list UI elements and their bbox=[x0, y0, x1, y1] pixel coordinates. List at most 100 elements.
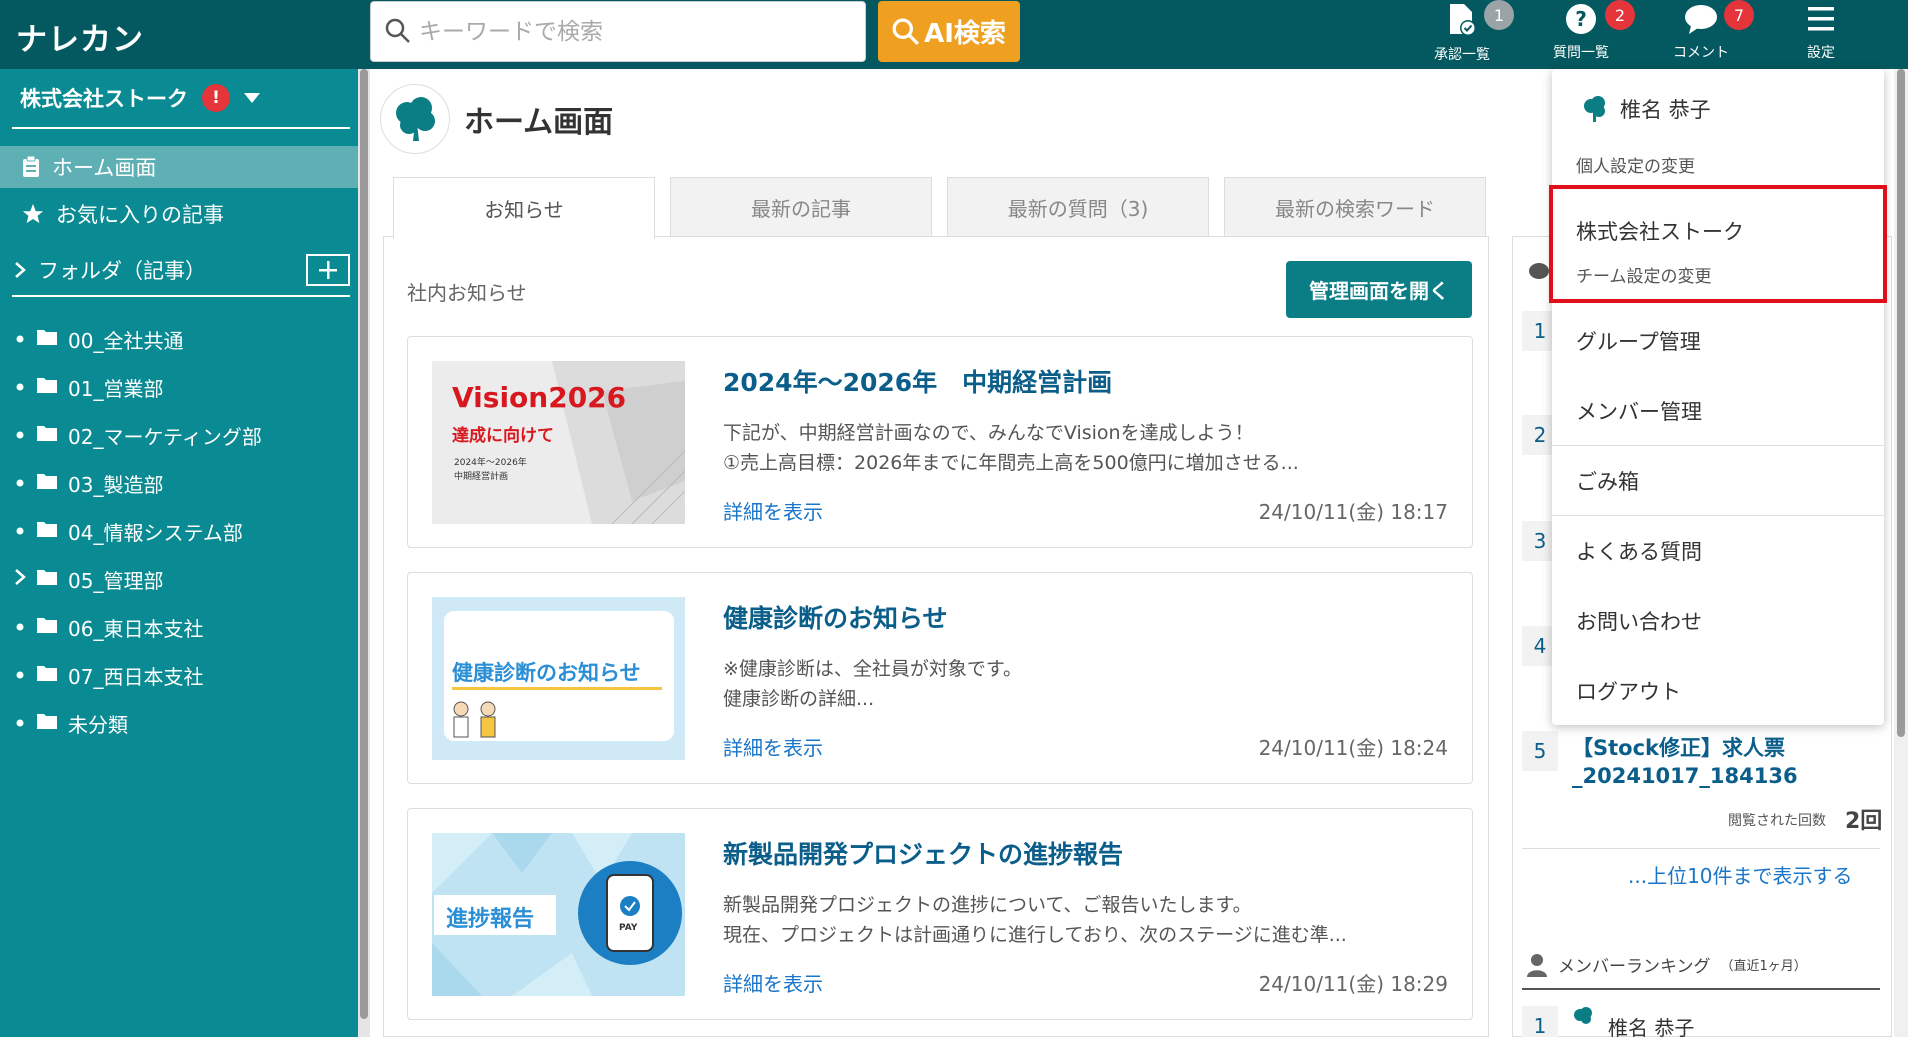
divider bbox=[12, 295, 350, 297]
menu-item-group-management[interactable]: グループ管理 bbox=[1576, 326, 1701, 356]
thumbnail-image: 進捗報告 PAY bbox=[432, 833, 685, 996]
personal-settings-link[interactable]: 個人設定の変更 bbox=[1576, 152, 1695, 177]
tab-latest-articles[interactable]: 最新の記事 bbox=[670, 177, 932, 237]
ai-search-button[interactable]: AI検索 bbox=[878, 1, 1020, 62]
card-excerpt: 健康診断の詳細... bbox=[723, 688, 875, 710]
folder-label: 06_東日本支社 bbox=[68, 616, 204, 641]
bullet-icon bbox=[14, 331, 26, 347]
folder-icon bbox=[36, 567, 58, 591]
sidebar-folder-item[interactable]: 03_製造部 bbox=[0, 463, 358, 503]
comment-icon bbox=[1529, 263, 1549, 279]
thumbnail-caption: PAY bbox=[619, 923, 638, 933]
add-folder-button[interactable] bbox=[306, 254, 350, 286]
folder-label: 07_西日本支社 bbox=[68, 664, 204, 689]
notice-card[interactable]: 健康診断のお知らせ 健康診断のお知らせ ※健康診断は、全社員が対象です。 健康診… bbox=[407, 572, 1473, 784]
thumbnail-caption: 中期経営計画 bbox=[454, 472, 509, 482]
scrollbar-thumb[interactable] bbox=[360, 69, 368, 1019]
card-title[interactable]: 健康診断のお知らせ bbox=[723, 599, 948, 635]
chevron-right-icon bbox=[14, 569, 26, 589]
sidebar-item-home[interactable]: ホーム画面 bbox=[0, 146, 358, 188]
folder-icon bbox=[36, 519, 58, 543]
search-box[interactable] bbox=[370, 1, 866, 62]
notice-card[interactable]: 進捗報告 PAY 新製品開発プロジェクトの進捗報告 新製品開発プロジェクトの進捗… bbox=[407, 808, 1473, 1020]
view-count-label: 閲覧された回数 bbox=[1728, 813, 1826, 829]
divider bbox=[1552, 515, 1884, 516]
divider bbox=[1552, 445, 1884, 446]
ranking-item-title[interactable]: 【Stock修正】求人票_20241017_184136 bbox=[1572, 734, 1872, 790]
folder-label: 03_製造部 bbox=[68, 472, 164, 497]
approval-badge: 1 bbox=[1484, 0, 1514, 30]
view-count: 2回 bbox=[1845, 809, 1883, 834]
member-ranking-sub: （直近1ヶ月） bbox=[1720, 959, 1807, 974]
member-ranking-label: メンバーランキング bbox=[1558, 957, 1711, 977]
alert-badge: ! bbox=[202, 84, 230, 112]
thumbnail-image: 健康診断のお知らせ bbox=[432, 597, 685, 760]
bullet-icon bbox=[14, 715, 26, 731]
comment-label: コメント bbox=[1673, 45, 1729, 61]
approval-list-label: 承認一覧 bbox=[1434, 47, 1490, 63]
card-title[interactable]: 2024年～2026年 中期経営計画 bbox=[723, 363, 1112, 399]
search-input[interactable] bbox=[419, 14, 849, 50]
question-badge: 2 bbox=[1605, 0, 1635, 30]
show-details-link[interactable]: 詳細を表示 bbox=[723, 496, 823, 525]
member-ranking-row[interactable]: 1 椎名 恭子 bbox=[1522, 1006, 1882, 1037]
sidebar-scrollbar[interactable] bbox=[358, 69, 370, 1037]
sidebar-folder-item[interactable]: 04_情報システム部 bbox=[0, 511, 358, 551]
divider bbox=[1522, 848, 1880, 849]
sidebar-folder-item[interactable]: 05_管理部 bbox=[0, 559, 358, 599]
folder-icon bbox=[36, 375, 58, 399]
menu-item-faq[interactable]: よくある質問 bbox=[1576, 536, 1702, 566]
tab-notices[interactable]: お知らせ bbox=[393, 177, 655, 239]
sidebar-folder-item[interactable]: 06_東日本支社 bbox=[0, 607, 358, 647]
card-title[interactable]: 新製品開発プロジェクトの進捗報告 bbox=[723, 835, 1123, 871]
tree-logo-icon bbox=[1574, 1007, 1592, 1024]
show-details-link[interactable]: 詳細を表示 bbox=[723, 968, 823, 997]
star-icon bbox=[22, 203, 44, 224]
main-scrollbar[interactable] bbox=[1894, 69, 1908, 1037]
sidebar-folder-item[interactable]: 07_西日本支社 bbox=[0, 655, 358, 695]
menu-item-contact[interactable]: お問い合わせ bbox=[1576, 606, 1702, 636]
tab-latest-questions[interactable]: 最新の質問（3) bbox=[947, 177, 1209, 237]
thumbnail-title: Vision2026 bbox=[452, 381, 627, 414]
sidebar-folder-item[interactable]: 未分類 bbox=[0, 703, 358, 743]
show-top10-link[interactable]: ...上位10件まで表示する bbox=[1628, 860, 1853, 889]
divider bbox=[12, 127, 350, 129]
hamburger-menu-icon bbox=[1808, 7, 1834, 31]
sidebar-folder-item[interactable]: 01_営業部 bbox=[0, 367, 358, 407]
folder-label: 04_情報システム部 bbox=[68, 520, 243, 545]
folder-section-toggle[interactable]: フォルダ（記事） bbox=[0, 249, 358, 291]
rank-number: 1 bbox=[1522, 1006, 1558, 1037]
tab-latest-search-words[interactable]: 最新の検索ワード bbox=[1224, 177, 1486, 237]
divider bbox=[1522, 988, 1880, 990]
dropdown-team-name[interactable]: 株式会社ストーク bbox=[1576, 216, 1744, 246]
notice-card[interactable]: Vision2026 達成に向けて 2024年～2026年 中期経営計画 202… bbox=[407, 336, 1473, 548]
sidebar-folder-item[interactable]: 02_マーケティング部 bbox=[0, 415, 358, 455]
thumbnail-image: Vision2026 達成に向けて 2024年～2026年 中期経営計画 bbox=[432, 361, 685, 524]
clipboard-icon bbox=[23, 156, 39, 177]
menu-item-trash[interactable]: ごみ箱 bbox=[1576, 466, 1639, 496]
settings-button[interactable]: 設定 bbox=[1766, 0, 1876, 69]
menu-item-logout[interactable]: ログアウト bbox=[1576, 676, 1681, 706]
folder-label: 未分類 bbox=[68, 712, 128, 737]
menu-item-member-management[interactable]: メンバー管理 bbox=[1576, 396, 1702, 426]
avatar bbox=[380, 84, 450, 154]
folder-icon bbox=[36, 663, 58, 687]
caret-down-icon bbox=[244, 93, 260, 103]
card-excerpt: ①売上高目標：2026年までに年間売上高を500億円に増加させる... bbox=[723, 452, 1299, 474]
sidebar-folder-item[interactable]: 00_全社共通 bbox=[0, 319, 358, 359]
bullet-icon bbox=[14, 667, 26, 683]
show-details-link[interactable]: 詳細を表示 bbox=[723, 732, 823, 761]
page-header: ホーム画面 bbox=[380, 84, 613, 154]
sidebar-item-favorites[interactable]: お気に入りの記事 bbox=[0, 193, 358, 235]
team-selector[interactable]: 株式会社ストーク ! bbox=[20, 83, 260, 113]
chevron-right-icon bbox=[15, 262, 26, 278]
scrollbar-thumb[interactable] bbox=[1897, 69, 1905, 737]
card-date: 24/10/11(金) 18:29 bbox=[1258, 972, 1448, 996]
dropdown-user: 椎名 恭子 bbox=[1580, 94, 1711, 124]
bullet-icon bbox=[14, 619, 26, 635]
top-bar: ナレカン AI検索 承認一覧 1 ? 質問一覧 2 コ bbox=[0, 0, 1908, 69]
open-admin-button[interactable]: 管理画面を開く bbox=[1286, 261, 1472, 318]
settings-dropdown-menu: 椎名 恭子 個人設定の変更 株式会社ストーク チーム設定の変更 グループ管理 メ… bbox=[1549, 69, 1887, 725]
team-settings-link[interactable]: チーム設定の変更 bbox=[1576, 262, 1712, 287]
app-logo[interactable]: ナレカン bbox=[16, 14, 144, 59]
